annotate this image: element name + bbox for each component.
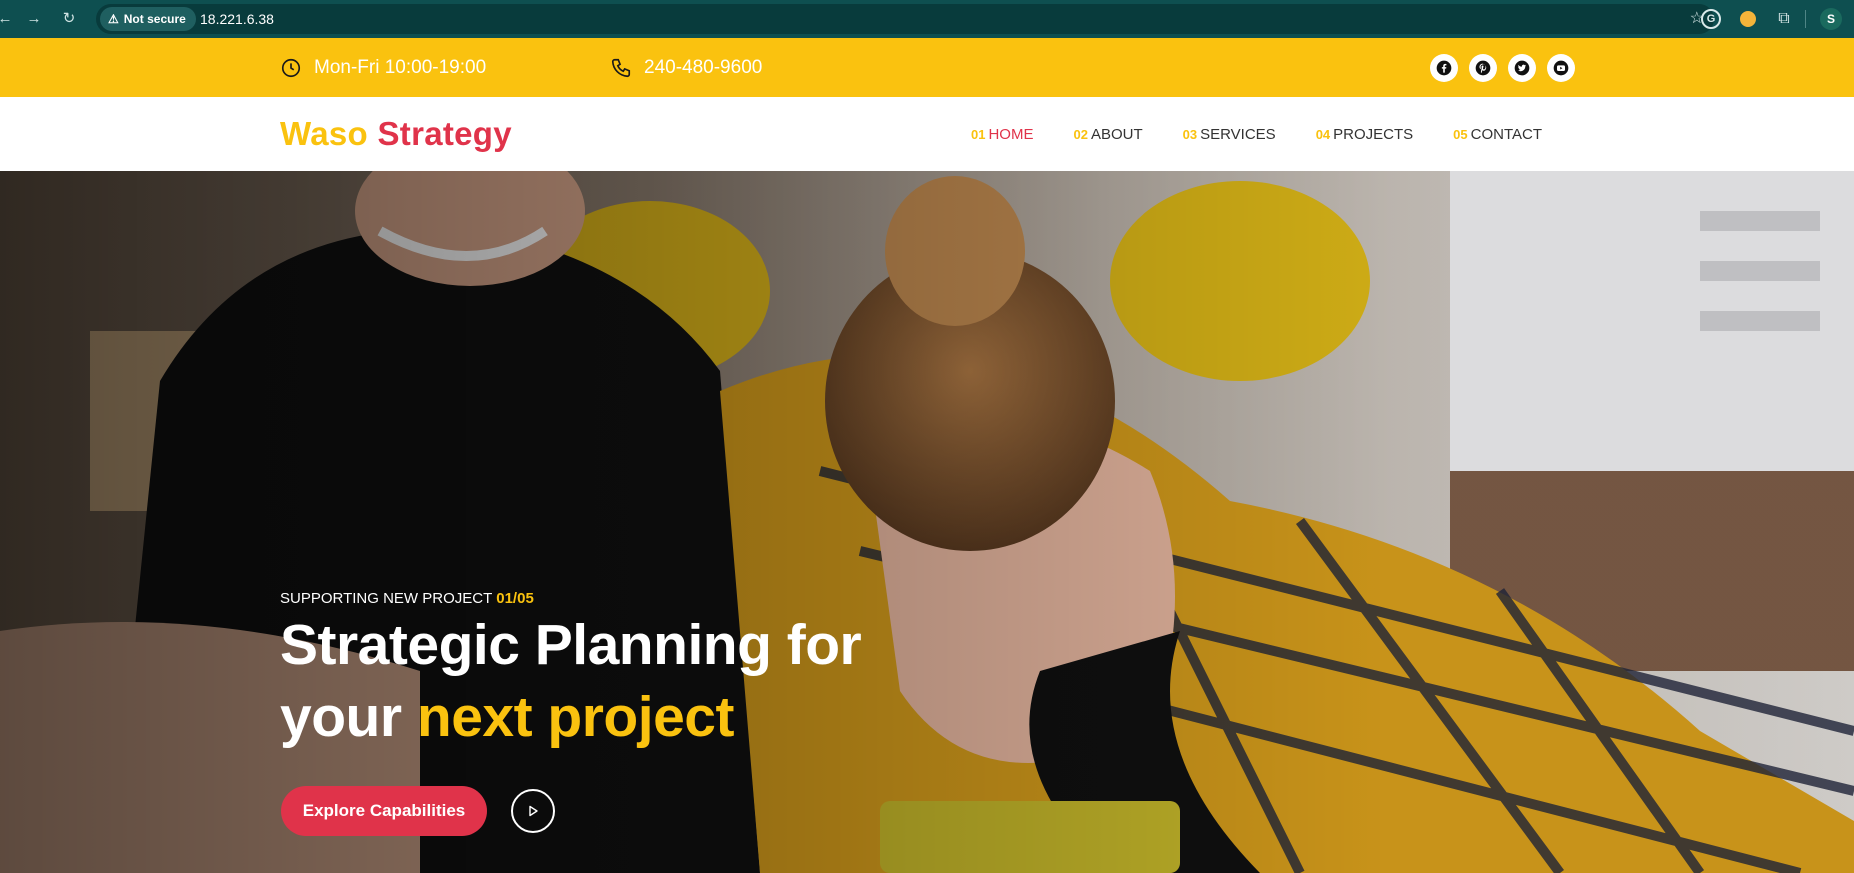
toolbar-divider	[1805, 10, 1806, 28]
menu-number: 02	[1073, 126, 1088, 142]
menu-label: CONTACT	[1470, 125, 1543, 143]
security-chip[interactable]: ⚠ Not secure	[100, 7, 196, 31]
menu-number: 04	[1315, 126, 1331, 142]
menu-label: HOME	[988, 125, 1034, 143]
play-video-button[interactable]	[511, 789, 555, 833]
menu-label: ABOUT	[1090, 125, 1143, 143]
pinterest-icon[interactable]	[1469, 54, 1497, 82]
phone-number[interactable]: 240-480-9600	[610, 38, 762, 97]
menu-number: 01	[971, 126, 986, 142]
menu-label: SERVICES	[1200, 125, 1276, 143]
slide-counter: 01/05	[496, 590, 534, 607]
warning-icon: ⚠	[108, 12, 119, 26]
address-bar[interactable]: ⚠ Not secure 18.221.6.38 ☆	[96, 4, 1714, 34]
logo-word-1: Waso	[280, 115, 368, 152]
logo-word-2: Strategy	[377, 115, 512, 152]
hero-eyebrow: SUPPORTING NEW PROJECT 01/05	[280, 590, 534, 607]
menu-item-services[interactable]: 03 SERVICES	[1183, 126, 1276, 143]
site-header: Waso Strategy 01 HOME 02 ABOUT 03 SERVIC…	[0, 97, 1854, 171]
facebook-icon[interactable]	[1430, 54, 1458, 82]
clock-icon	[281, 58, 301, 77]
phone-text[interactable]: 240-480-9600	[644, 57, 762, 79]
reload-icon[interactable]: ↻	[58, 8, 80, 30]
grammarly-extension-icon[interactable]: G	[1701, 9, 1721, 29]
opening-hours: Mon-Fri 10:00-19:00	[280, 38, 486, 97]
menu-item-contact[interactable]: 05 CONTACT	[1453, 126, 1542, 143]
headline-line-2: your	[280, 685, 402, 749]
main-menu: 01 HOME 02 ABOUT 03 SERVICES 04 PROJECTS…	[971, 97, 1542, 171]
social-links	[1430, 54, 1575, 82]
explore-capabilities-button[interactable]: Explore Capabilities	[281, 786, 487, 836]
headline-highlight: next project	[416, 685, 735, 749]
menu-number: 05	[1453, 126, 1468, 142]
menu-item-projects[interactable]: 04 PROJECTS	[1316, 126, 1413, 143]
play-icon	[529, 805, 538, 817]
menu-item-about[interactable]: 02 ABOUT	[1073, 126, 1142, 143]
youtube-icon[interactable]	[1547, 54, 1575, 82]
phone-icon	[611, 58, 631, 77]
menu-number: 03	[1182, 126, 1198, 142]
hero-slider: SUPPORTING NEW PROJECT 01/05 Strategic Pl…	[0, 171, 1854, 873]
hero-headline: Strategic Planning for your next project	[280, 609, 862, 753]
hero-overlay	[0, 171, 1854, 873]
url-text[interactable]: 18.221.6.38	[200, 4, 274, 34]
extension-icon[interactable]	[1738, 9, 1758, 29]
hours-text: Mon-Fri 10:00-19:00	[314, 56, 487, 78]
profile-avatar[interactable]: S	[1820, 8, 1842, 30]
twitter-icon[interactable]	[1508, 54, 1536, 82]
browser-toolbar: ← → ↻ ⚠ Not secure 18.221.6.38 ☆ G ⧉ S	[0, 0, 1854, 38]
security-label: Not secure	[123, 12, 186, 26]
top-info-bar: Mon-Fri 10:00-19:00 240-480-9600	[0, 38, 1854, 97]
extensions-puzzle-icon[interactable]: ⧉	[1774, 9, 1794, 29]
eyebrow-text: SUPPORTING NEW PROJECT	[280, 590, 493, 607]
back-icon[interactable]: ←	[0, 8, 16, 30]
menu-label: PROJECTS	[1333, 125, 1414, 143]
menu-item-home[interactable]: 01 HOME	[971, 126, 1033, 143]
forward-icon[interactable]: →	[23, 8, 45, 30]
site-logo[interactable]: Waso Strategy	[280, 115, 512, 153]
headline-line-1: Strategic Planning for	[280, 613, 862, 677]
